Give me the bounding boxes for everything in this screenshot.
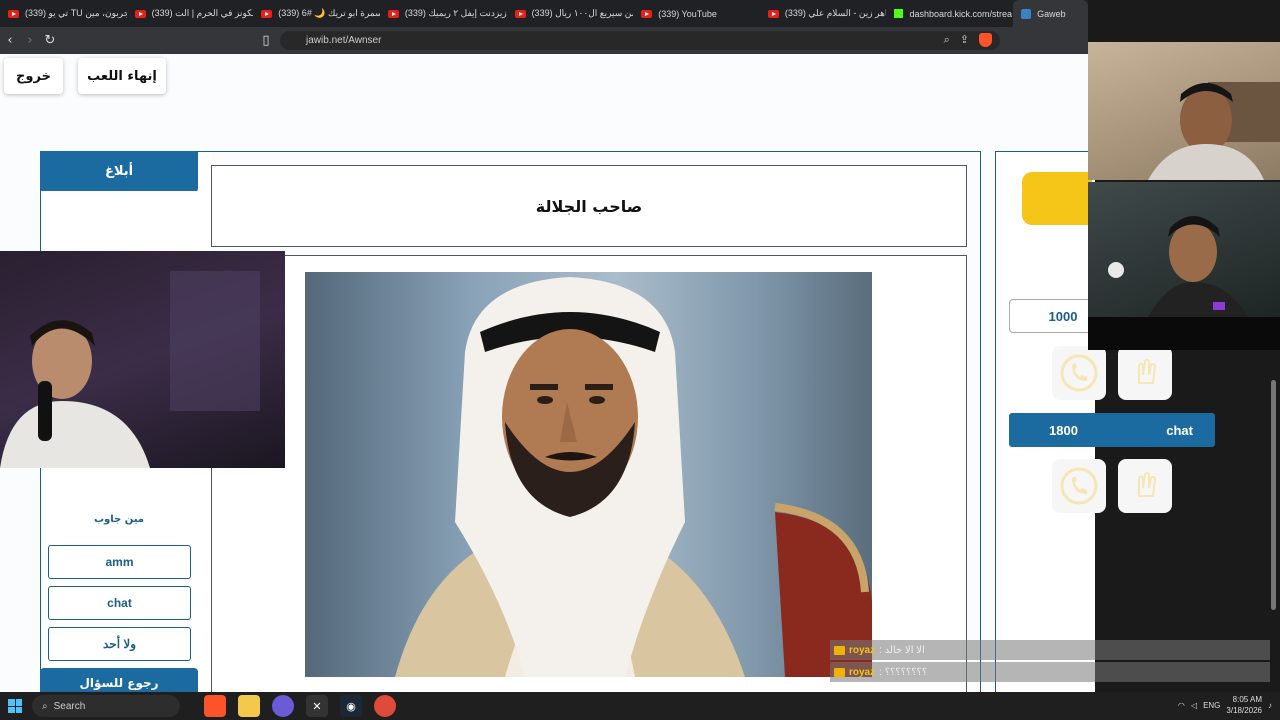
taskbar-search[interactable]: ⌕ Search (32, 695, 180, 717)
browser-tab-label: (339) تي يو TU يجربون، مين (25, 8, 127, 18)
reload-icon[interactable]: ↻ (40, 33, 60, 48)
browser-tab-bar: (339) تي يو TU يجربون، مين (339) فالكونز … (0, 0, 1088, 27)
bookmark-icon[interactable]: ▯ (256, 33, 276, 48)
youtube-icon (261, 9, 273, 18)
chat-message: royaz : ؟؟؟؟؟؟؟؟ (830, 662, 1270, 682)
report-button[interactable]: أبلاغ (40, 151, 198, 191)
crown-icon (834, 667, 845, 677)
question-image (305, 272, 872, 677)
phone-lifeline-icon[interactable] (1052, 346, 1106, 400)
browser-tab[interactable]: (339) زيزدنت إيفل ٢ ريميك (380, 0, 507, 27)
browser-tab[interactable]: (339) فالكونز في الحرم | الت (127, 0, 254, 27)
chat-overlay: royaz : الا الا خالد royaz : ؟؟؟؟؟؟؟؟ (830, 640, 1270, 692)
browser-tab-label: (339) ماهر زين - السلام علي (784, 8, 887, 18)
browser-tab-label: (339) سمرة ابو تريك 🌙 #6 (278, 8, 380, 18)
youtube-icon (514, 9, 526, 18)
browser-tab-label: dashboard.kick.com/strea (909, 8, 1013, 19)
clock-date: 3/18/2026 (1226, 706, 1262, 715)
webcam-mid-right (1088, 182, 1280, 317)
back-icon[interactable]: ‹ (0, 33, 20, 48)
system-tray: ◠ ◁ ENG 8:05 AM 3/18/2026 ♪ (1178, 694, 1272, 716)
webcam-top-right (1088, 42, 1280, 180)
browser-tab-label: Gaweb (1037, 8, 1066, 19)
forward-icon[interactable]: › (20, 33, 40, 48)
browser-tab[interactable]: (339) من سيريع ال١٠٠ ريال (507, 0, 634, 27)
youtube-icon (387, 9, 399, 18)
url-field[interactable]: jawib.net/Awnser (280, 31, 1000, 50)
notification-bell-icon[interactable]: ♪ (1268, 701, 1272, 710)
who-answered-label: مين جاوب (94, 514, 144, 525)
language-indicator[interactable]: ENG (1203, 701, 1220, 710)
team2-name: chat (1166, 422, 1193, 438)
team2-score: 1800 (1049, 422, 1078, 438)
browser-tab-label: (339) زيزدنت إيفل ٢ ريميك (404, 8, 507, 18)
chat-text: : ؟؟؟؟؟؟؟؟ (879, 666, 928, 678)
chat-username: royaz (849, 666, 876, 678)
browser-tab[interactable]: (339) ماهر زين - السلام علي (760, 0, 887, 27)
end-game-button[interactable]: إنهاء اللعب (78, 58, 166, 94)
file-explorer-icon[interactable] (238, 695, 260, 717)
page-scrollbar[interactable] (1271, 380, 1276, 610)
wifi-icon[interactable]: ◠ (1178, 701, 1185, 710)
browser-tab[interactable]: (339) YouTube (633, 0, 760, 27)
browser-tab[interactable]: dashboard.kick.com/strea (886, 0, 1013, 27)
youtube-icon (134, 9, 146, 18)
answer-option-amm[interactable]: amm (48, 545, 191, 579)
team2-score-bar: 1800 chat (1009, 413, 1215, 447)
browser-tab-label: (339) فالكونز في الحرم | الت (151, 8, 254, 18)
browser-tab-label: (339) من سيريع ال١٠٠ ريال (531, 8, 634, 18)
answer-option-none[interactable]: ولا أحد (48, 627, 191, 661)
current-turn-indicator (1022, 172, 1092, 225)
clock[interactable]: 8:05 AM 3/18/2026 (1226, 694, 1262, 716)
browser-tab[interactable]: Gaweb (1013, 0, 1088, 27)
brave-browser-icon[interactable] (204, 695, 226, 717)
chat-username: royaz (849, 644, 876, 656)
answer-option-chat[interactable]: chat (48, 586, 191, 620)
zoom-icon[interactable]: ⌕ (944, 33, 950, 47)
steam-icon[interactable]: ◉ (340, 695, 362, 717)
search-placeholder: Search (53, 700, 86, 712)
browser-tab[interactable]: (339) سمرة ابو تريك 🌙 #6 (253, 0, 380, 27)
windows-start-icon[interactable] (8, 699, 22, 713)
chat-message: royaz : الا الا خالد (830, 640, 1270, 660)
browser-tab-label: (339) YouTube (658, 8, 717, 19)
hand-lifeline-icon[interactable] (1118, 459, 1172, 513)
xbox-icon[interactable]: ✕ (306, 695, 328, 717)
youtube-icon (641, 9, 653, 18)
gaweb-icon (1021, 8, 1032, 19)
volume-icon[interactable]: ◁ (1191, 701, 1197, 710)
exit-button[interactable]: خروج (4, 58, 63, 94)
discord-icon[interactable] (272, 695, 294, 717)
brave-shield-icon[interactable] (979, 33, 992, 47)
crown-icon (834, 645, 845, 655)
clock-time: 8:05 AM (1232, 695, 1262, 704)
kick-icon (894, 9, 904, 18)
question-title: صاحب الجلالة (211, 165, 967, 247)
search-icon: ⌕ (42, 700, 48, 712)
chat-text: : الا الا خالد (879, 644, 925, 656)
youtube-icon (767, 9, 779, 18)
webcam-left (0, 251, 285, 468)
youtube-icon (8, 9, 19, 18)
address-bar-row: ‹ › ↻ ▯ jawib.net/Awnser ⌕ ⇪ (0, 27, 1088, 54)
webcam-bottom-strip (1088, 317, 1280, 350)
phone-lifeline-icon[interactable] (1052, 459, 1106, 513)
hand-lifeline-icon[interactable] (1118, 346, 1172, 400)
obs-icon[interactable] (374, 695, 396, 717)
windows-taskbar: ⌕ Search ✕ ◉ ◠ ◁ ENG 8:05 AM 3/18/2026 ♪ (0, 692, 1280, 720)
browser-tab[interactable]: (339) تي يو TU يجربون، مين (0, 0, 127, 27)
share-icon[interactable]: ⇪ (960, 33, 969, 47)
